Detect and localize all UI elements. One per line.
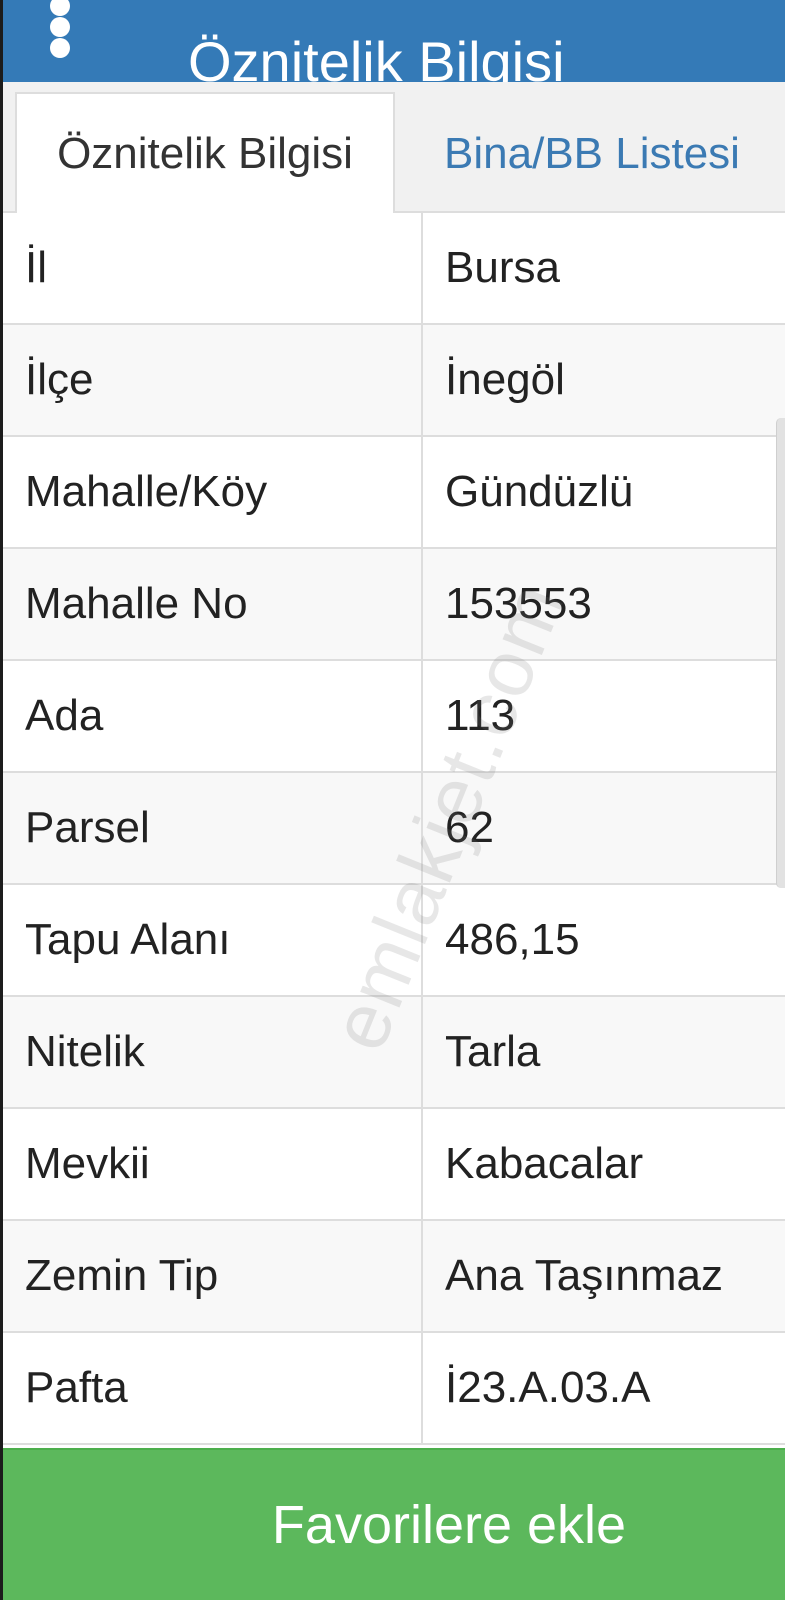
menu-dot: [50, 17, 70, 37]
row-value: İnegöl: [445, 355, 565, 404]
row-value: 153553: [445, 579, 592, 628]
row-label: İlçe: [3, 325, 423, 435]
left-edge: [0, 0, 3, 1600]
table-row: İl Bursa: [3, 213, 785, 325]
table-row: Tapu Alanı 486,15: [3, 885, 785, 997]
row-value: Gündüzlü: [445, 467, 634, 516]
table-row: Parsel 62: [3, 773, 785, 885]
row-label: Nitelik: [3, 997, 423, 1107]
row-value: Tarla: [445, 1027, 541, 1076]
add-to-favorites-button[interactable]: Favorilere ekle: [3, 1448, 785, 1600]
attribute-table: İl Bursa İlçe İnegöl Mahalle/Köy Gündüzl…: [3, 213, 785, 1445]
row-value: 113: [445, 691, 516, 740]
row-label: Parsel: [3, 773, 423, 883]
row-label: İl: [3, 213, 423, 323]
table-row: İlçe İnegöl: [3, 325, 785, 437]
table-row: Mahalle No 153553: [3, 549, 785, 661]
tab-building-list[interactable]: Bina/BB Listesi: [407, 92, 777, 215]
table-row: Ada 113: [3, 661, 785, 773]
table-row: Mevkii Kabacalar: [3, 1109, 785, 1221]
app-header: Öznitelik Bilgisi: [0, 0, 785, 82]
row-value: 62: [445, 803, 494, 852]
row-value: İ23.A.03.A: [445, 1363, 651, 1412]
tab-bar: Öznitelik Bilgisi Bina/BB Listesi: [3, 82, 785, 215]
row-label: Zemin Tip: [3, 1221, 423, 1331]
scrollbar[interactable]: [776, 418, 785, 888]
row-value: 486,15: [445, 915, 580, 964]
row-label: Pafta: [3, 1333, 423, 1443]
table-row: Pafta İ23.A.03.A: [3, 1333, 785, 1445]
table-row: Mahalle/Köy Gündüzlü: [3, 437, 785, 549]
table-row: Nitelik Tarla: [3, 997, 785, 1109]
page-title: Öznitelik Bilgisi: [188, 30, 565, 82]
row-label: Tapu Alanı: [3, 885, 423, 995]
menu-dot: [50, 38, 70, 58]
row-label: Mahalle No: [3, 549, 423, 659]
menu-dot: [50, 0, 70, 16]
row-label: Ada: [3, 661, 423, 771]
row-value: Bursa: [445, 243, 560, 292]
row-value: Kabacalar: [445, 1139, 644, 1188]
table-row: Zemin Tip Ana Taşınmaz: [3, 1221, 785, 1333]
tab-attribute-info[interactable]: Öznitelik Bilgisi: [15, 92, 395, 215]
row-value: Ana Taşınmaz: [445, 1251, 724, 1300]
vertical-dots-icon[interactable]: [48, 0, 72, 58]
row-label: Mahalle/Köy: [3, 437, 423, 547]
row-label: Mevkii: [3, 1109, 423, 1219]
